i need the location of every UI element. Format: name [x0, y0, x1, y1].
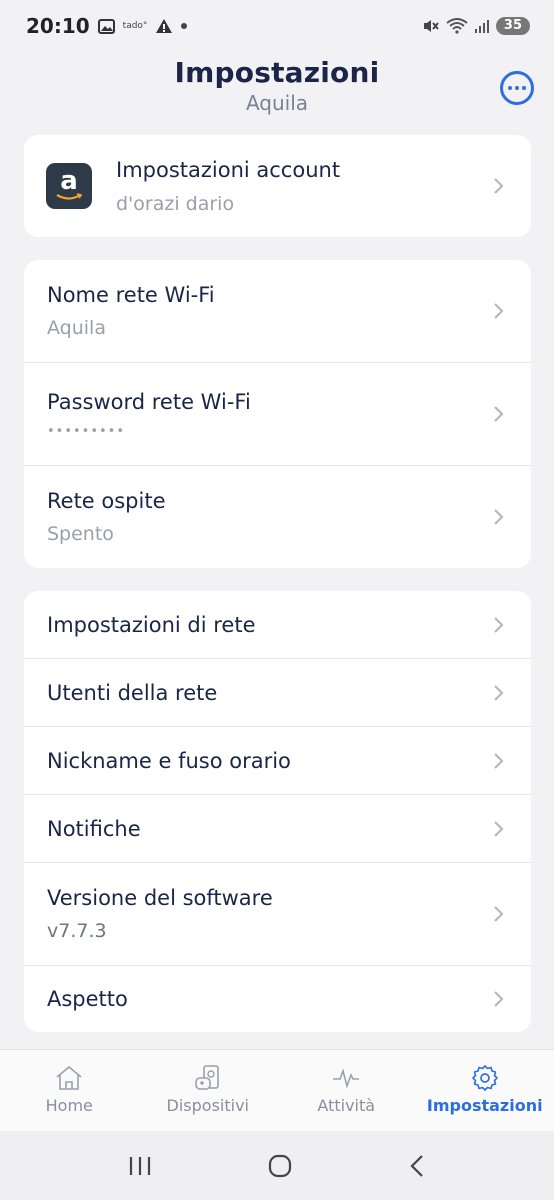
appearance-row[interactable]: Aspetto — [24, 965, 531, 1032]
wifi-password-label: Password rete Wi-Fi — [47, 389, 251, 414]
wifi-password-row[interactable]: Password rete Wi-Fi ••••••••• — [24, 362, 531, 465]
more-dot-icon — [508, 86, 512, 90]
nickname-timezone-label: Nickname e fuso orario — [47, 748, 291, 773]
chevron-right-icon — [494, 178, 504, 194]
account-card: a Impostazioni account d'orazi dario — [24, 135, 531, 237]
network-settings-label: Impostazioni di rete — [47, 612, 256, 637]
wifi-name-value: Aquila — [47, 317, 106, 339]
image-icon — [97, 18, 115, 34]
chevron-right-icon — [494, 303, 504, 319]
more-dot-icon — [522, 86, 526, 90]
wifi-name-label: Nome rete Wi-Fi — [47, 283, 215, 307]
nav-label-settings: Impostazioni — [426, 1096, 543, 1115]
guest-network-value: Spento — [47, 523, 114, 545]
account-settings-row[interactable]: a Impostazioni account d'orazi dario — [24, 135, 531, 237]
page-subtitle: Aquila — [245, 91, 309, 115]
chevron-right-icon — [494, 991, 504, 1007]
notifications-label: Notifiche — [47, 816, 141, 841]
home-icon — [56, 1065, 82, 1090]
network-settings-row[interactable]: Impostazioni di rete — [24, 591, 531, 658]
nickname-timezone-row[interactable]: Nickname e fuso orario — [24, 726, 531, 794]
amazon-logo-icon: a — [46, 163, 92, 209]
wifi-password-value: ••••••••• — [47, 423, 126, 439]
system-navigation-bar — [0, 1131, 554, 1200]
gear-icon — [471, 1065, 498, 1091]
signal-icon — [474, 19, 490, 33]
home-button-icon[interactable] — [267, 1153, 293, 1179]
tado-notification-icon: tado° — [122, 21, 148, 31]
page-title: Impostazioni — [174, 56, 380, 89]
nav-tab-devices[interactable]: Dispositivi — [139, 1050, 278, 1131]
software-version-label: Versione del software — [47, 886, 273, 910]
nav-tab-home[interactable]: Home — [0, 1050, 139, 1131]
software-version-value: v7.7.3 — [47, 920, 107, 942]
mute-icon — [422, 18, 440, 34]
nav-label-activity: Attività — [317, 1096, 376, 1115]
page-header: Impostazioni Aquila — [0, 52, 554, 132]
notifications-row[interactable]: Notifiche — [24, 794, 531, 862]
status-time: 20:10 — [26, 14, 90, 38]
account-settings-label: Impostazioni account — [116, 157, 341, 182]
appearance-label: Aspetto — [47, 987, 128, 1011]
wifi-icon — [446, 18, 468, 34]
chevron-right-icon — [494, 906, 504, 922]
nav-tab-settings[interactable]: Impostazioni — [416, 1050, 554, 1131]
guest-network-row[interactable]: Rete ospite Spento — [24, 465, 531, 568]
wifi-name-row[interactable]: Nome rete Wi-Fi Aquila — [24, 260, 531, 362]
activity-icon — [333, 1068, 360, 1089]
chevron-right-icon — [494, 406, 504, 422]
more-dot-icon — [515, 86, 519, 90]
network-users-row[interactable]: Utenti della rete — [24, 658, 531, 726]
back-icon[interactable] — [407, 1153, 427, 1179]
settings-card: Impostazioni di rete Utenti della rete N… — [24, 591, 531, 1032]
chevron-right-icon — [494, 820, 504, 837]
chevron-right-icon — [494, 616, 504, 633]
software-version-row[interactable]: Versione del software v7.7.3 — [24, 862, 531, 965]
network-users-label: Utenti della rete — [47, 680, 218, 705]
more-options-button[interactable] — [500, 71, 534, 105]
chevron-right-icon — [494, 684, 504, 701]
status-bar: 20:10 tado° 35 — [0, 0, 554, 52]
battery-indicator: 35 — [495, 17, 530, 35]
chevron-right-icon — [494, 752, 504, 769]
wifi-card: Nome rete Wi-Fi Aquila Password rete Wi-… — [24, 260, 531, 568]
recent-apps-icon[interactable] — [127, 1155, 153, 1177]
nav-tab-activity[interactable]: Attività — [277, 1050, 416, 1131]
dot-icon — [181, 23, 188, 29]
nav-label-devices: Dispositivi — [166, 1096, 249, 1115]
devices-icon — [194, 1065, 219, 1090]
chevron-right-icon — [494, 509, 504, 525]
nav-label-home: Home — [45, 1096, 93, 1115]
account-name: d'orazi dario — [116, 192, 235, 215]
guest-network-label: Rete ospite — [47, 489, 166, 513]
warning-icon — [155, 18, 173, 34]
bottom-navigation: Home Dispositivi Attività Impostazioni — [0, 1049, 554, 1131]
